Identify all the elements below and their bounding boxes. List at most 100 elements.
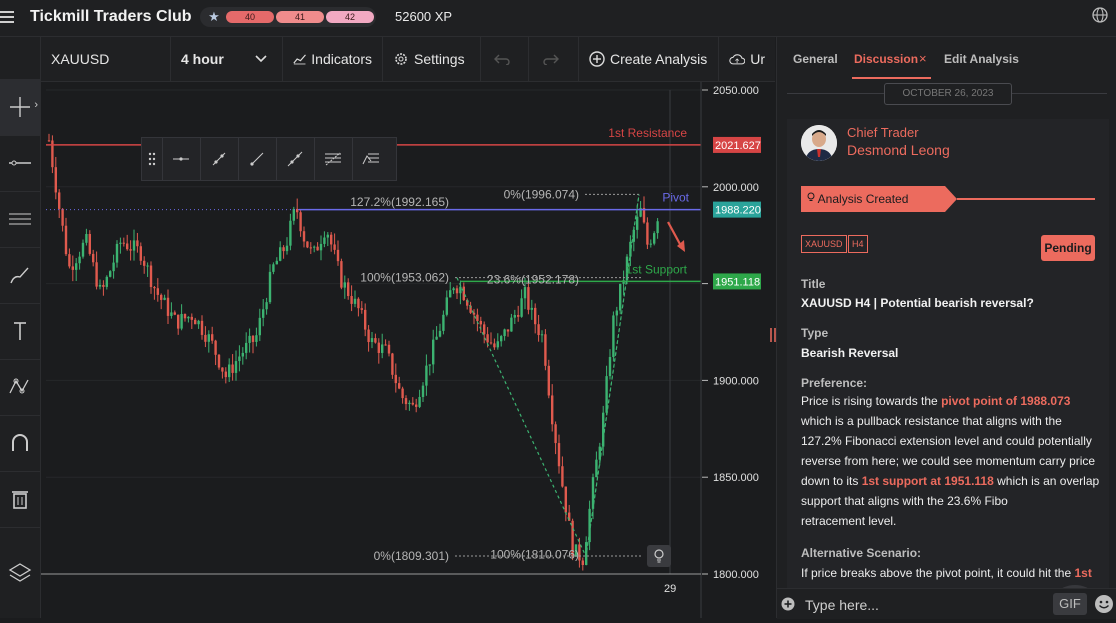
add-attachment-icon[interactable]	[781, 597, 795, 611]
magnet-icon	[12, 434, 28, 451]
candle-body	[316, 246, 319, 251]
candle-body	[102, 284, 105, 287]
line-tool[interactable]	[0, 135, 40, 192]
candle-body	[136, 240, 139, 247]
candle-body	[92, 253, 95, 263]
candle-body	[333, 244, 336, 250]
indicators-button[interactable]: Indicators	[283, 37, 383, 81]
globe-icon[interactable]	[1092, 7, 1108, 23]
user-badge-icon: ★	[208, 9, 220, 24]
gif-button[interactable]: GIF	[1053, 593, 1087, 615]
candle-body	[547, 365, 550, 396]
candle-body	[534, 307, 537, 325]
fib-retracement-icon	[325, 152, 341, 166]
analysis-panel: General Discussion × Edit Analysis OCTOB…	[776, 37, 1116, 619]
candle-body	[500, 336, 503, 342]
candle-body	[313, 246, 316, 248]
candle-body	[143, 260, 146, 266]
symbol-label: XAUUSD	[51, 51, 110, 67]
candle-body	[180, 314, 183, 329]
candle-body	[241, 352, 244, 357]
tab-general[interactable]: General	[793, 52, 838, 66]
candle-body	[54, 167, 57, 193]
price-label: 1988.220	[715, 205, 761, 217]
candle-body	[81, 242, 85, 257]
candle-body	[126, 243, 129, 250]
candle-body	[238, 356, 241, 362]
indicators-label: Indicators	[311, 51, 372, 67]
candle-body	[561, 466, 564, 487]
candle-body	[64, 225, 68, 255]
drawing-float-toolbar[interactable]	[141, 137, 397, 181]
candle-body	[336, 249, 340, 262]
candle-body	[394, 374, 397, 384]
candle-body	[353, 298, 357, 304]
timeframe-tag: H4	[848, 235, 868, 253]
candle-body	[190, 316, 193, 320]
create-analysis-button[interactable]: Create Analysis	[579, 37, 719, 81]
candle-body	[115, 243, 119, 263]
candle-body	[551, 395, 554, 425]
hamburger-icon[interactable]	[0, 8, 16, 28]
crosshair-tool[interactable]: ›	[0, 79, 40, 136]
interval-selector[interactable]: 4 hour	[171, 37, 283, 81]
candle-body	[401, 388, 404, 399]
channel-tool[interactable]	[0, 191, 40, 248]
candle-body	[421, 385, 425, 397]
candle-body	[415, 404, 418, 407]
tab-edit-analysis[interactable]: Edit Analysis	[944, 52, 1019, 66]
ray-icon	[250, 152, 264, 166]
settings-button[interactable]: Settings	[383, 37, 481, 81]
candle-body	[455, 288, 459, 294]
chevron-down-icon	[255, 55, 267, 63]
extended-line-tool[interactable]	[276, 138, 315, 180]
magnet-tool[interactable]	[0, 415, 40, 472]
undo-button[interactable]	[481, 37, 529, 81]
title-label: Title	[801, 277, 826, 291]
candle-body	[527, 287, 530, 310]
horizontal-line-tool[interactable]	[162, 138, 201, 180]
idea-button[interactable]	[647, 545, 671, 567]
avatar	[801, 125, 837, 161]
pattern-tool[interactable]	[0, 359, 40, 416]
fib-extension-tool[interactable]	[352, 138, 390, 180]
candle-body	[95, 262, 98, 287]
chevron-right-icon[interactable]: ›	[34, 99, 38, 111]
layers-tool[interactable]	[0, 545, 40, 601]
text-tool[interactable]	[0, 303, 40, 360]
trend-line-tool[interactable]	[200, 138, 239, 180]
brush-tool[interactable]	[0, 247, 40, 304]
message-input[interactable]	[803, 595, 1047, 615]
candle-body	[170, 312, 173, 316]
candle-body	[207, 334, 210, 342]
candle-body	[438, 330, 442, 337]
delete-tool[interactable]	[0, 471, 40, 528]
horizontal-line-icon	[173, 157, 189, 161]
candle-body	[646, 222, 649, 245]
ray-tool[interactable]	[238, 138, 277, 180]
candle-body	[479, 320, 482, 325]
close-icon[interactable]: ×	[919, 51, 927, 66]
date-stamp: OCTOBER 26, 2023	[884, 83, 1012, 105]
emoji-icon[interactable]	[1094, 594, 1114, 614]
candle-body	[347, 282, 350, 297]
candle-body	[200, 320, 204, 335]
candle-body	[432, 339, 435, 365]
candle-body	[214, 340, 217, 355]
upload-button[interactable]: Ur	[719, 37, 775, 81]
fib-retracement-tool[interactable]	[314, 138, 353, 180]
lightbulb-icon	[654, 549, 664, 563]
candle-body	[428, 364, 431, 366]
trader-name: Desmond Leong	[847, 142, 950, 158]
symbol-selector[interactable]: XAUUSD	[41, 37, 171, 81]
candle-body	[78, 256, 81, 264]
tab-discussion[interactable]: Discussion	[854, 52, 918, 66]
xp-progress[interactable]: ★ 40 41 42	[200, 7, 376, 27]
candle-body	[595, 459, 598, 478]
candle-body	[544, 334, 547, 366]
candle-body	[384, 344, 387, 346]
candle-body	[251, 335, 255, 342]
redo-button[interactable]	[529, 37, 579, 81]
drag-handle-icon[interactable]	[142, 138, 163, 180]
redo-icon	[543, 54, 559, 65]
